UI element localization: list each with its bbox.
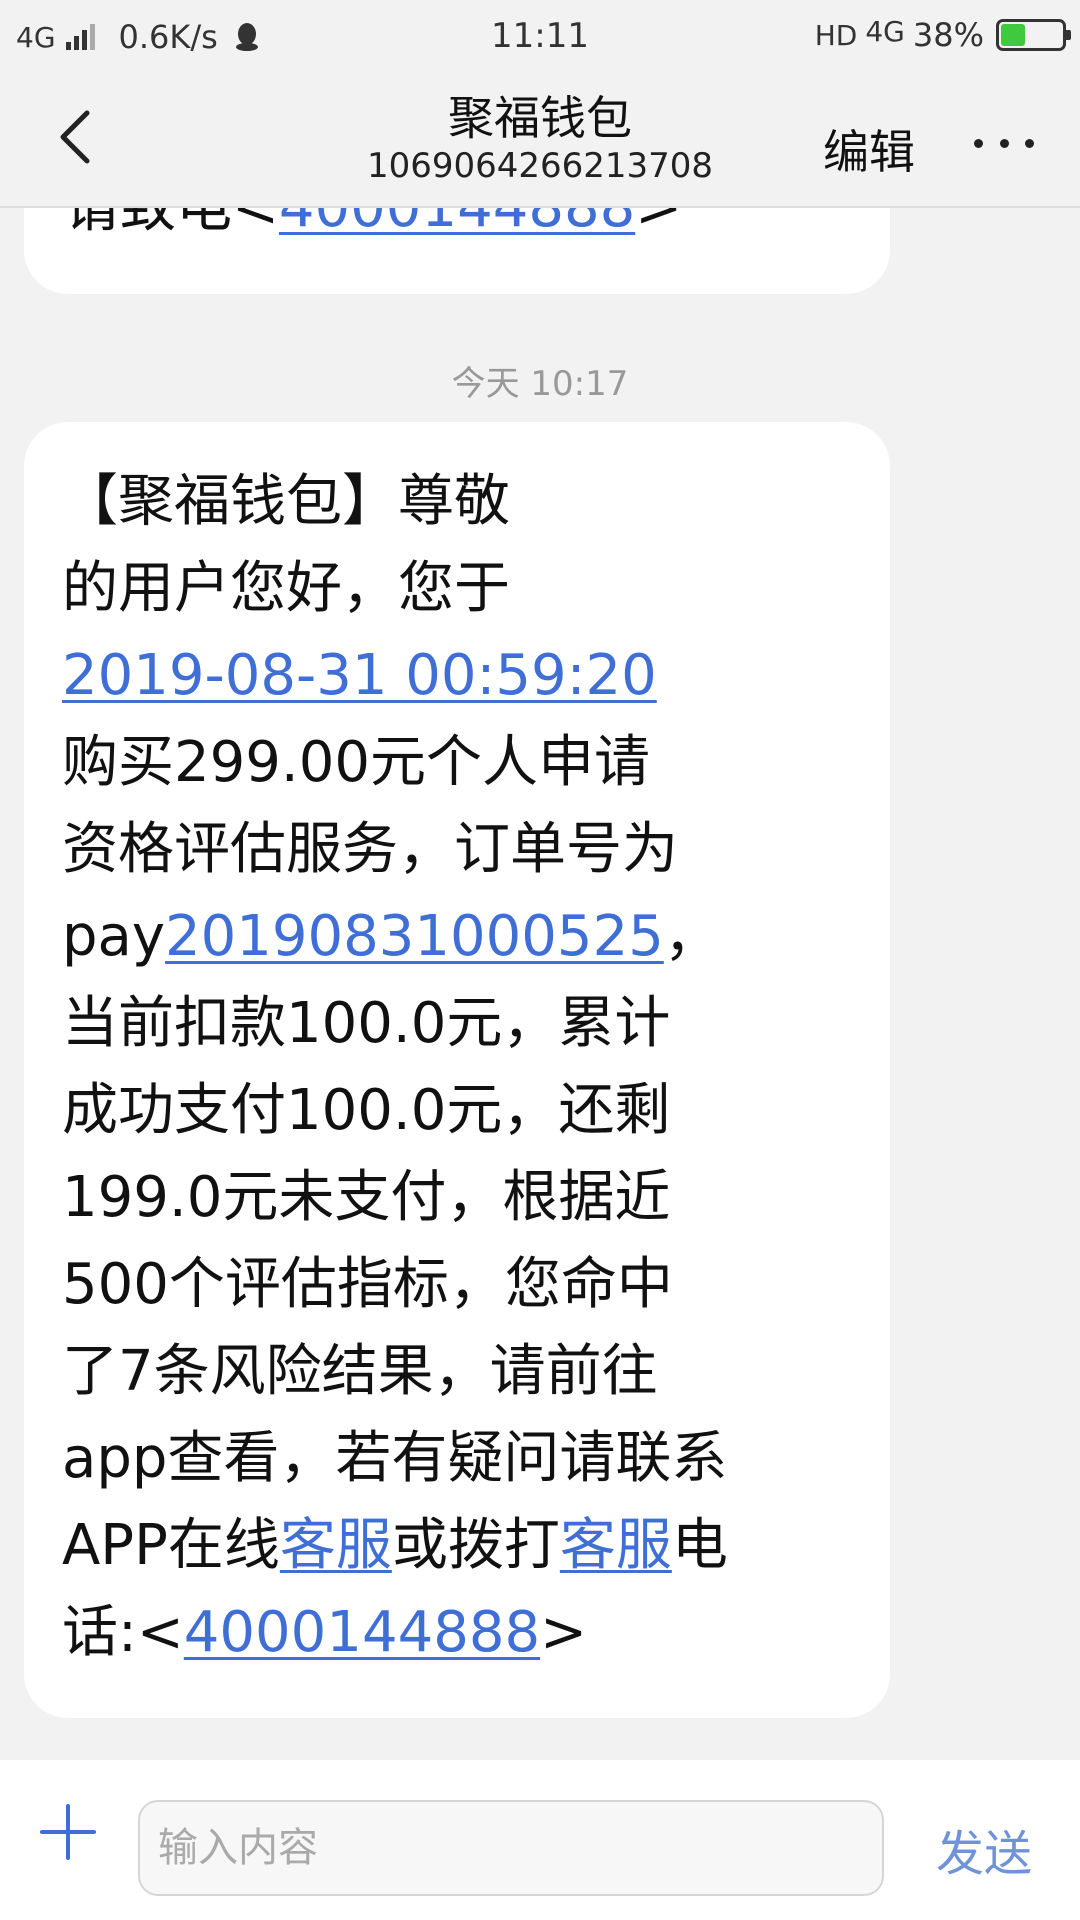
message-line: 成功支付100.0元，还剩 xyxy=(62,1078,671,1143)
message-bubble-previous[interactable]: 请致电<4000144888> xyxy=(24,208,890,294)
conversation-header: 聚福钱包 1069064266213708 编辑 xyxy=(0,72,1080,208)
message-line: pay20190831000525， xyxy=(62,904,720,969)
customer-service-link[interactable]: 客服 xyxy=(560,1513,672,1578)
phone-link[interactable]: 4000144888 xyxy=(184,1600,540,1665)
status-bar: 4G 0.6K/s 11:11 HD 4G 38% xyxy=(0,0,1080,72)
message-line: 了7条风险结果，请前往 xyxy=(62,1339,658,1404)
plus-icon[interactable] xyxy=(38,1802,98,1862)
hd-label: HD xyxy=(814,18,858,52)
sms-conversation-screen: 4G 0.6K/s 11:11 HD 4G 38% 聚福钱包 106906426… xyxy=(0,0,1080,1920)
message-input[interactable] xyxy=(138,1800,884,1896)
message-line: APP在线客服或拨打客服电 xyxy=(62,1513,728,1578)
send-button[interactable]: 发送 xyxy=(936,1814,1032,1884)
battery-percent: 38% xyxy=(912,16,984,54)
more-options-icon[interactable] xyxy=(974,128,1034,158)
status-right: HD 4G 38% xyxy=(814,14,1071,54)
header-title-block: 聚福钱包 1069064266213708 xyxy=(0,90,1080,186)
datetime-link[interactable]: 2019-08-31 00:59:20 xyxy=(62,643,657,708)
message-list[interactable]: 请致电<4000144888> 今天 10:17 【聚福钱包】尊敬 的用户您好，… xyxy=(0,208,1080,1760)
contact-name: 聚福钱包 xyxy=(448,91,632,145)
message-line: 当前扣款100.0元，累计 xyxy=(62,991,671,1056)
customer-service-link[interactable]: 客服 xyxy=(280,1513,392,1578)
edit-button[interactable]: 编辑 xyxy=(823,116,915,182)
message-bubble[interactable]: 【聚福钱包】尊敬 的用户您好，您于 2019-08-31 00:59:20 购买… xyxy=(24,422,890,1718)
message-line: 500个评估指标，您命中 xyxy=(62,1252,673,1317)
message-line: 199.0元未支付，根据近 xyxy=(62,1165,671,1230)
battery-icon xyxy=(996,19,1071,51)
message-timestamp: 今天 10:17 xyxy=(451,364,629,404)
compose-bar: 发送 xyxy=(0,1760,1080,1920)
message-line: 【聚福钱包】尊敬 xyxy=(62,469,510,534)
message-line: app查看，若有疑问请联系 xyxy=(62,1426,728,1491)
message-line: 话:<4000144888> xyxy=(62,1600,588,1665)
network-type-right: 4G xyxy=(865,14,905,48)
message-line: 的用户您好，您于 xyxy=(62,556,510,621)
phone-link[interactable]: 4000144888 xyxy=(279,208,635,240)
order-number-link[interactable]: 20190831000525 xyxy=(165,904,664,969)
contact-number: 1069064266213708 xyxy=(366,146,714,186)
message-line: 资格评估服务，订单号为 xyxy=(62,817,678,882)
battery-level-fill xyxy=(1001,24,1026,46)
message-line: 2019-08-31 00:59:20 xyxy=(62,632,858,719)
previous-message-text: 请致电<4000144888> xyxy=(64,208,682,251)
message-line: 购买299.00元个人申请 xyxy=(62,730,650,795)
